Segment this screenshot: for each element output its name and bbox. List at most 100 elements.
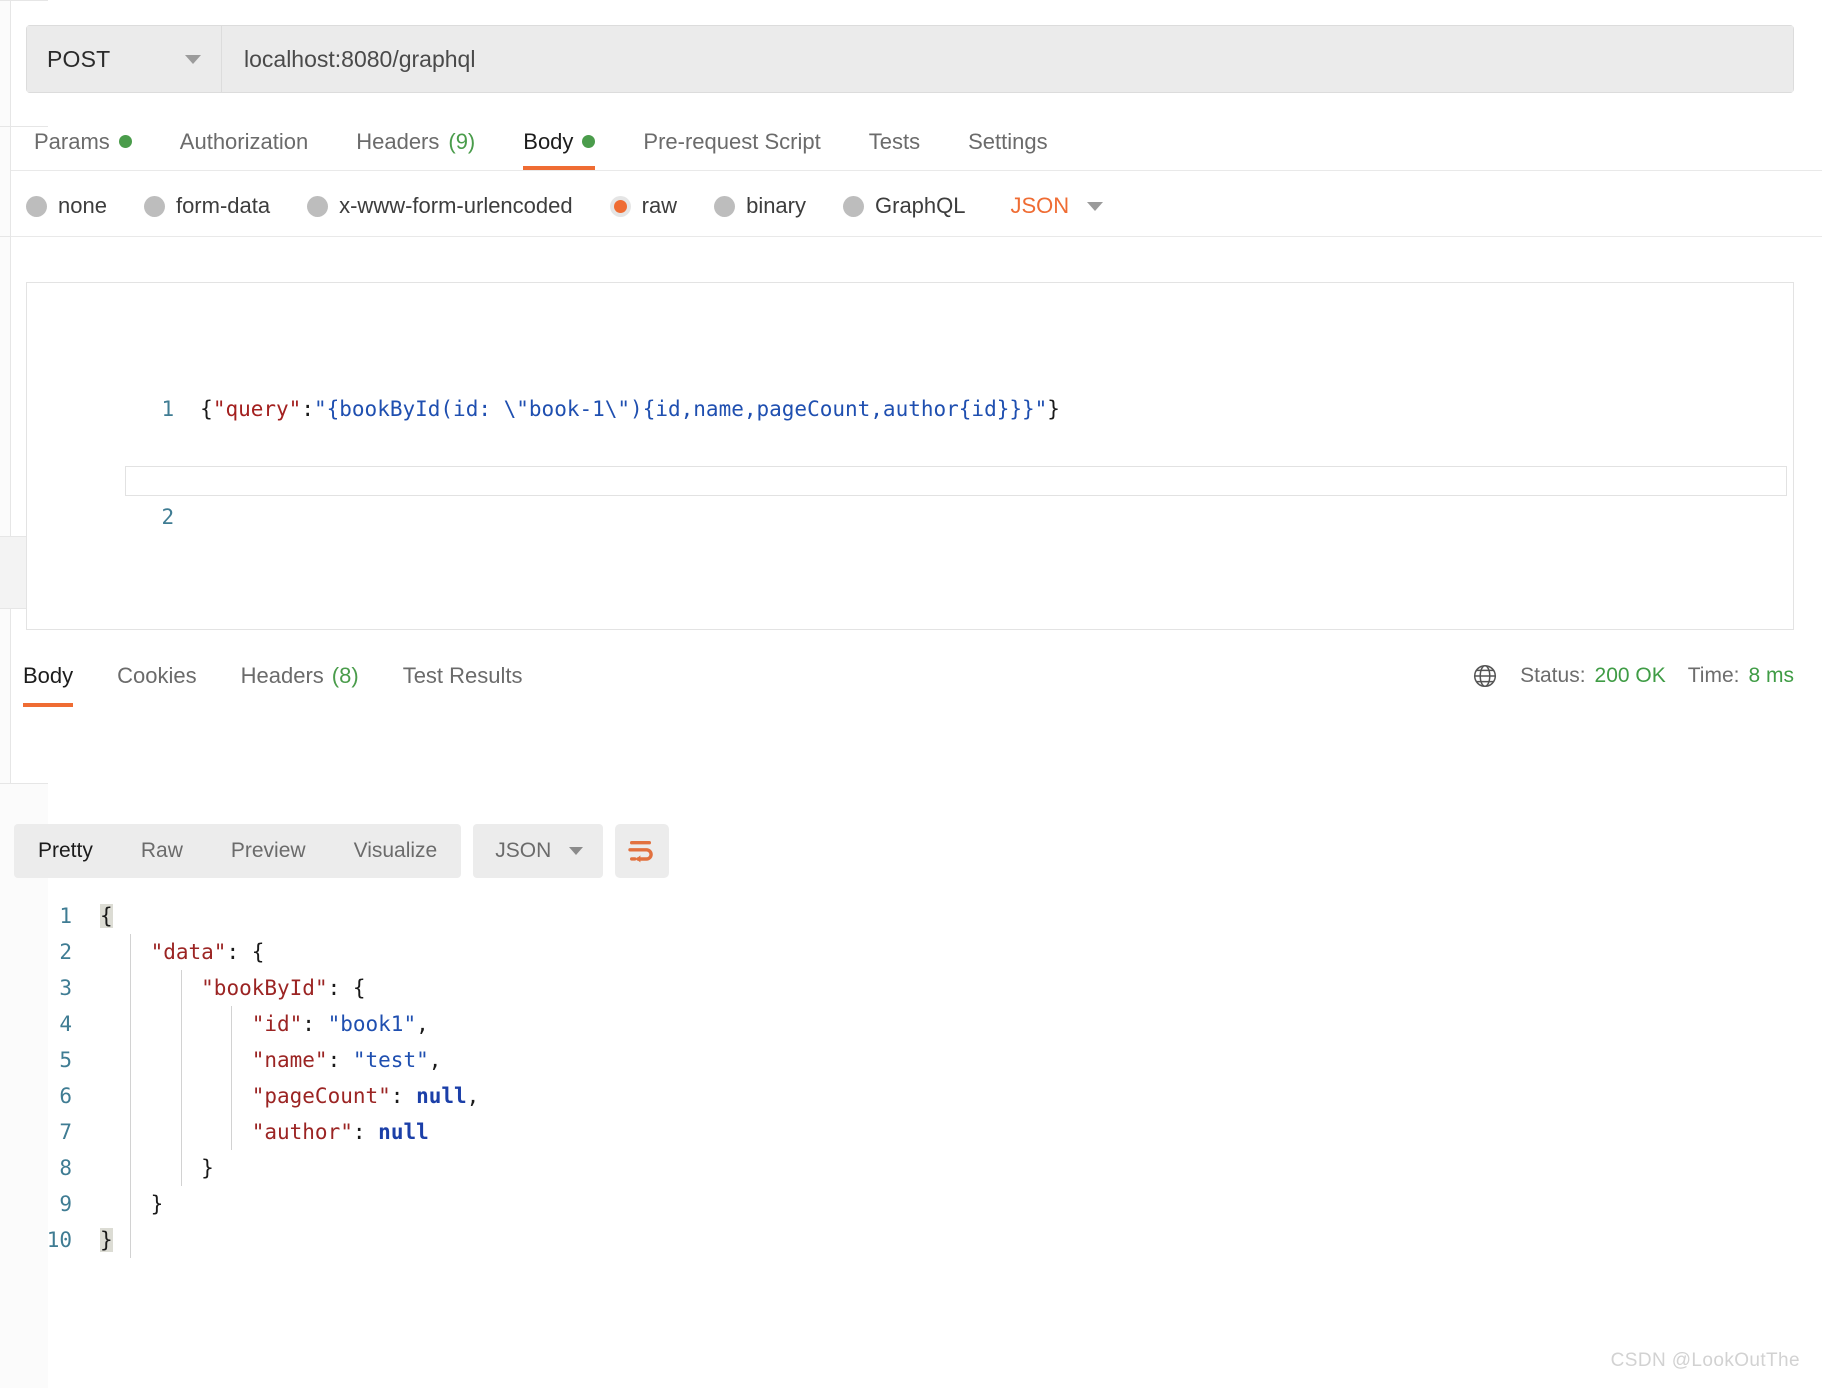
code-text xyxy=(100,1192,151,1216)
line-number: 4 xyxy=(14,1006,100,1042)
tab-count: (8) xyxy=(332,663,359,689)
code-token-null: null xyxy=(378,1120,429,1144)
tab-settings[interactable]: Settings xyxy=(944,113,1072,170)
radio-icon xyxy=(843,196,864,217)
line-number: 9 xyxy=(14,1186,100,1222)
editor-line: 1{"query":"{bookById(id: \"book-1\"){id,… xyxy=(27,355,1793,391)
response-tab-test-results[interactable]: Test Results xyxy=(381,645,545,707)
response-code-line: 8 } xyxy=(14,1150,1804,1186)
code-token-p: } xyxy=(201,1156,214,1180)
indent-guide xyxy=(181,1078,182,1114)
code-text xyxy=(100,1084,252,1108)
code-token-p: , xyxy=(467,1084,480,1108)
view-mode-visualize[interactable]: Visualize xyxy=(330,824,462,878)
indent-guide xyxy=(130,1006,131,1042)
line-number: 7 xyxy=(14,1114,100,1150)
code-token-key: "data" xyxy=(151,940,227,964)
tab-params[interactable]: Params xyxy=(26,113,156,170)
code-token-p: : { xyxy=(226,940,264,964)
code-token-brace: } xyxy=(1047,397,1060,421)
code-token-p: : xyxy=(302,1012,327,1036)
indent-guide xyxy=(181,1042,182,1078)
indent-guide xyxy=(130,1078,131,1114)
code-token-p: : xyxy=(391,1084,416,1108)
tab-label: Body xyxy=(523,129,573,155)
chevron-down-icon xyxy=(1087,202,1103,211)
time-value: 8 ms xyxy=(1748,664,1794,688)
indent-guide xyxy=(130,1042,131,1078)
body-type-binary[interactable]: binary xyxy=(714,193,806,219)
status-badge: Status: 200 OK xyxy=(1520,664,1666,688)
radio-icon xyxy=(714,196,735,217)
body-type-x-www-form-urlencoded[interactable]: x-www-form-urlencoded xyxy=(307,193,573,219)
indent-guide xyxy=(231,1042,232,1078)
tab-body[interactable]: Body xyxy=(499,113,619,170)
request-url-input[interactable]: localhost:8080/graphql xyxy=(222,26,1793,92)
code-token-key: "query" xyxy=(213,397,302,421)
tab-headers[interactable]: Headers (9) xyxy=(332,113,499,170)
tab-label: Settings xyxy=(968,129,1048,155)
indent-guide xyxy=(130,970,131,1006)
response-code-line: 5 "name": "test", xyxy=(14,1042,1804,1078)
radio-icon xyxy=(26,196,47,217)
raw-format-label: JSON xyxy=(1011,193,1070,219)
response-view-mode-group: Pretty Raw Preview Visualize xyxy=(14,824,461,878)
tab-label: Params xyxy=(34,129,110,155)
code-token-p: , xyxy=(429,1048,442,1072)
radio-label: raw xyxy=(642,193,677,219)
radio-selected-icon xyxy=(610,196,631,217)
indent-guide xyxy=(130,1150,131,1186)
body-type-graphql[interactable]: GraphQL xyxy=(843,193,966,219)
word-wrap-icon xyxy=(627,838,657,864)
divider xyxy=(11,236,1822,237)
response-tab-headers[interactable]: Headers (8) xyxy=(219,645,381,707)
tab-authorization[interactable]: Authorization xyxy=(156,113,332,170)
radio-label: binary xyxy=(746,193,806,219)
body-type-none[interactable]: none xyxy=(26,193,107,219)
response-tab-cookies[interactable]: Cookies xyxy=(95,645,218,707)
response-body-code[interactable]: 1{2 "data": {3 "bookById": {4 "id": "boo… xyxy=(14,898,1804,1318)
line-number: 6 xyxy=(14,1078,100,1114)
tab-count: (9) xyxy=(448,129,475,155)
globe-icon[interactable] xyxy=(1472,663,1498,689)
status-value: 200 OK xyxy=(1595,664,1666,688)
sidebar-strip xyxy=(0,0,11,1388)
postman-window: POST localhost:8080/graphql Params Autho… xyxy=(0,0,1822,1388)
request-url-bar: POST localhost:8080/graphql xyxy=(26,25,1794,93)
radio-icon xyxy=(307,196,328,217)
view-mode-pretty[interactable]: Pretty xyxy=(14,824,117,878)
divider xyxy=(11,170,1822,171)
body-type-raw[interactable]: raw xyxy=(610,193,677,219)
line-number: 3 xyxy=(14,970,100,1006)
response-code-line: 2 "data": { xyxy=(14,934,1804,970)
view-mode-raw[interactable]: Raw xyxy=(117,824,207,878)
tab-label: Tests xyxy=(869,129,920,155)
indent-guide xyxy=(181,1006,182,1042)
tab-tests[interactable]: Tests xyxy=(845,113,944,170)
active-tab-underline xyxy=(23,703,73,707)
code-text xyxy=(100,940,151,964)
response-format-selector[interactable]: JSON xyxy=(473,824,603,878)
tab-label: Headers xyxy=(356,129,439,155)
radio-label: GraphQL xyxy=(875,193,966,219)
time-badge: Time: 8 ms xyxy=(1688,664,1794,688)
body-type-form-data[interactable]: form-data xyxy=(144,193,270,219)
code-text xyxy=(100,1012,252,1036)
code-token-string: "{bookById(id: \"book-1\"){id,name,pageC… xyxy=(314,397,1047,421)
indent-guide xyxy=(130,1186,131,1222)
response-code-line: 4 "id": "book1", xyxy=(14,1006,1804,1042)
line-number: 2 xyxy=(128,499,200,535)
word-wrap-button[interactable] xyxy=(615,824,669,878)
tab-label: Pre-request Script xyxy=(643,129,820,155)
view-mode-preview[interactable]: Preview xyxy=(207,824,330,878)
code-token-null: null xyxy=(416,1084,467,1108)
indent-guide xyxy=(130,934,131,970)
code-token-p: : xyxy=(353,1120,378,1144)
raw-format-selector[interactable]: JSON xyxy=(1011,193,1104,219)
line-number: 5 xyxy=(14,1042,100,1078)
tab-pre-request-script[interactable]: Pre-request Script xyxy=(619,113,844,170)
http-method-selector[interactable]: POST xyxy=(27,26,222,92)
request-body-editor[interactable]: 1{"query":"{bookById(id: \"book-1\"){id,… xyxy=(26,282,1794,630)
response-tab-body[interactable]: Body xyxy=(11,645,95,707)
indent-guide xyxy=(130,1222,131,1258)
